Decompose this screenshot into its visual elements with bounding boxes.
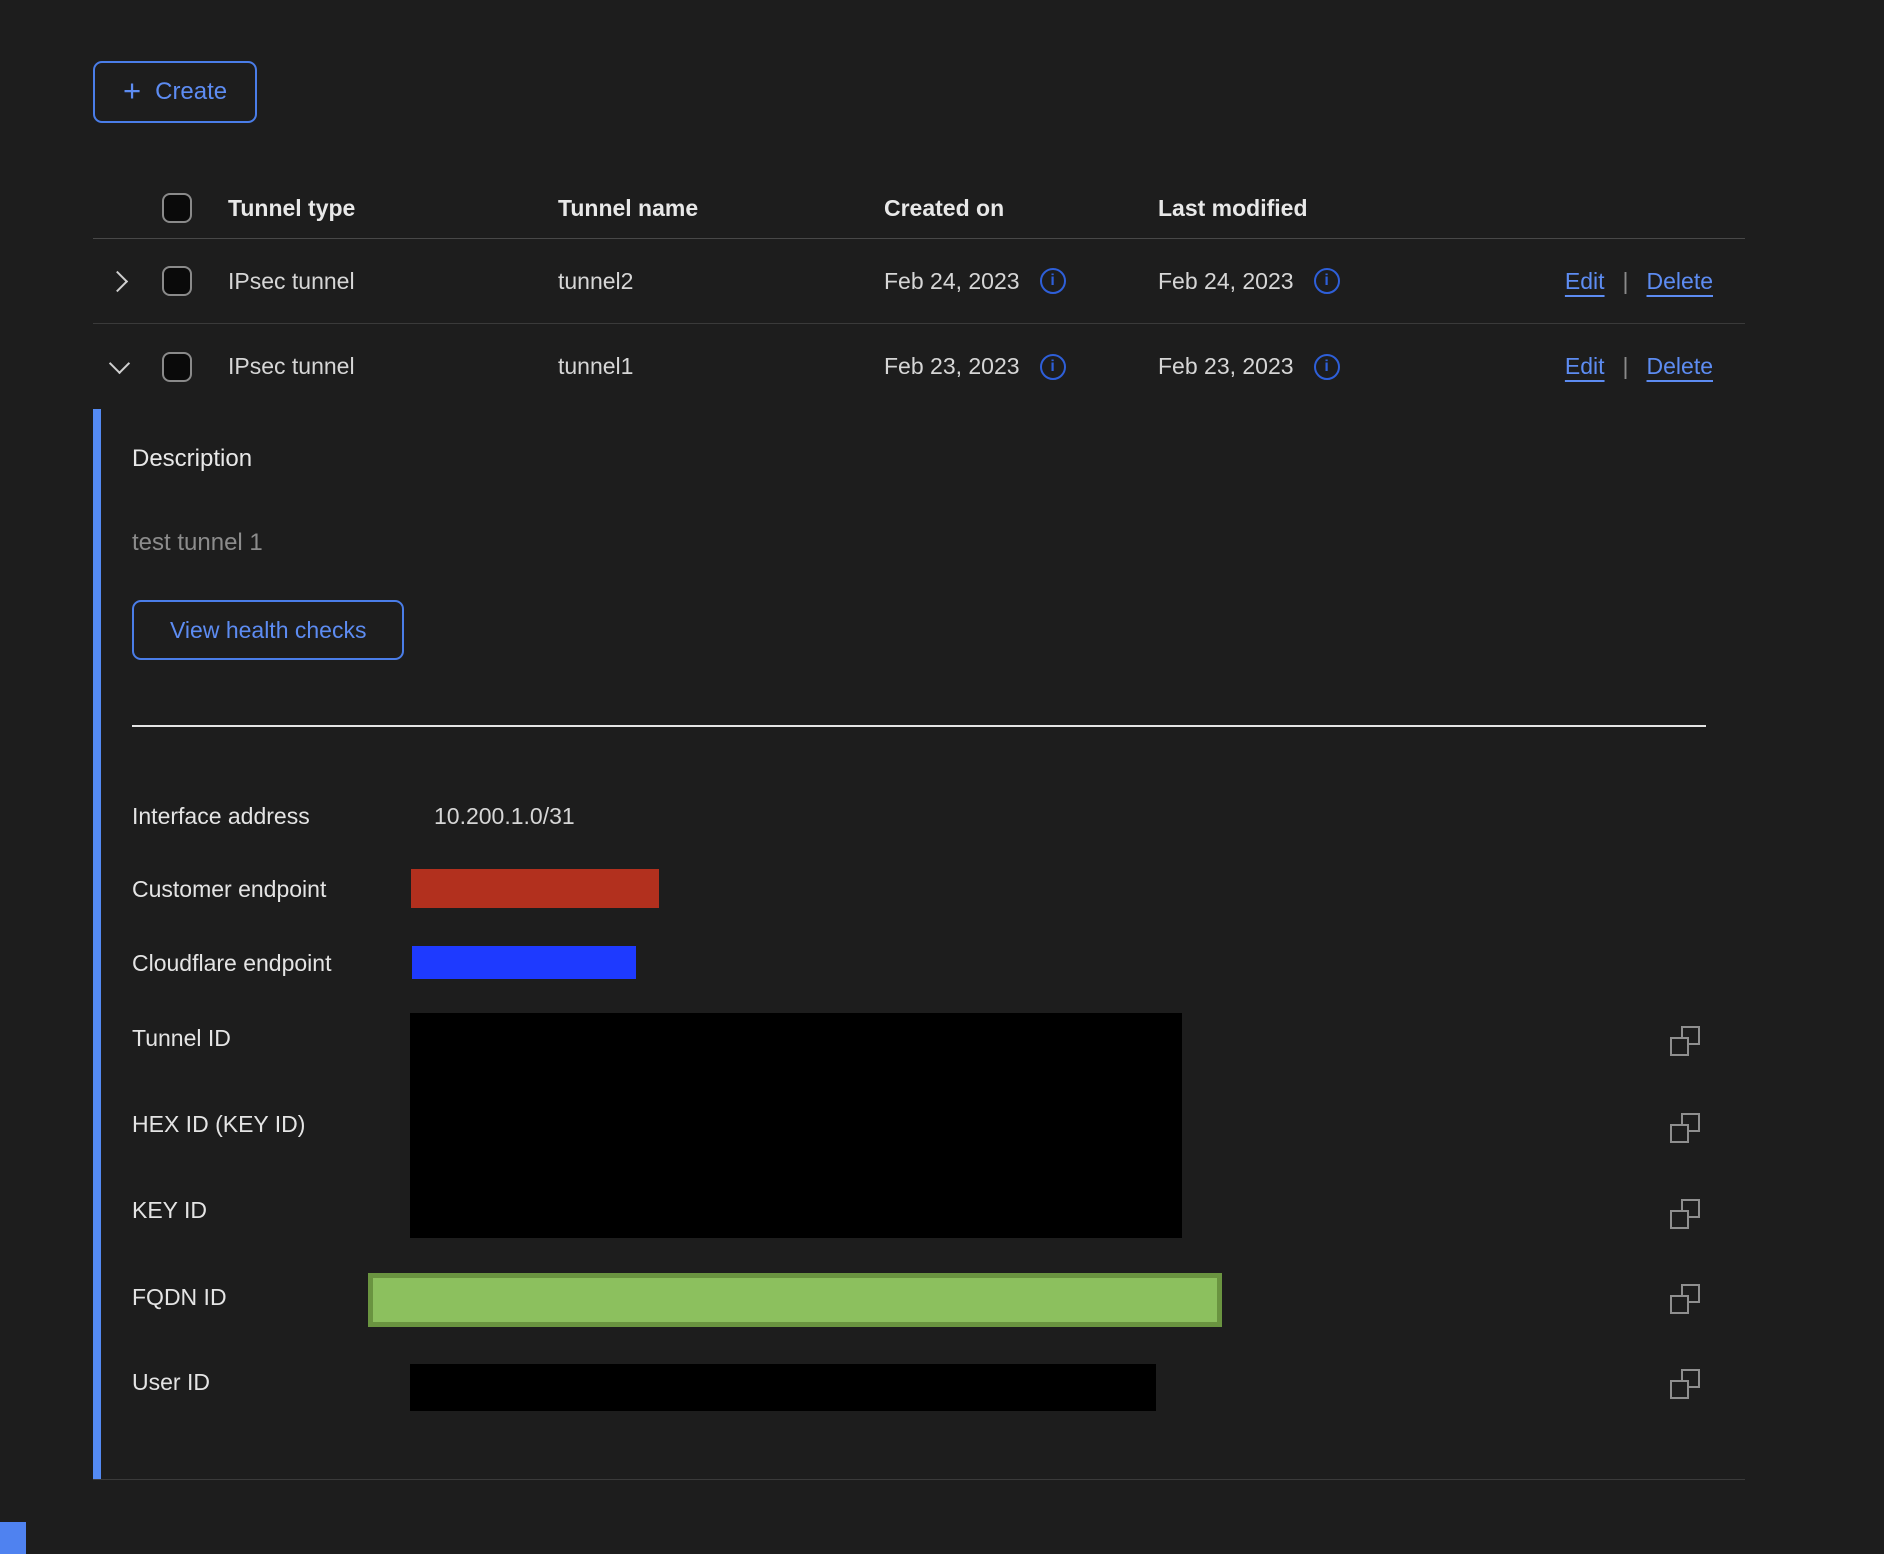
info-icon[interactable]: i — [1040, 354, 1066, 380]
actions-separator: | — [1623, 268, 1629, 295]
tunnels-table: Tunnel type Tunnel name Created on Last … — [93, 150, 1745, 409]
bottom-left-accent — [0, 1522, 26, 1554]
select-all-checkbox[interactable] — [162, 193, 192, 223]
header-tunnel-type: Tunnel type — [228, 195, 558, 222]
section-divider — [132, 725, 1706, 727]
copy-fqdn-id-button[interactable] — [1670, 1283, 1702, 1315]
description-value: test tunnel 1 — [132, 529, 263, 557]
copy-user-id-button[interactable] — [1670, 1368, 1702, 1400]
row-checkbox[interactable] — [162, 266, 192, 296]
info-icon[interactable]: i — [1040, 268, 1066, 294]
copy-key-id-button[interactable] — [1670, 1198, 1702, 1230]
hex-id-label: HEX ID (KEY ID) — [132, 1110, 305, 1138]
tunnel-type-cell: IPsec tunnel — [228, 353, 558, 380]
interface-address-value: 10.200.1.0/31 — [434, 802, 575, 830]
key-id-label: KEY ID — [132, 1196, 207, 1224]
copy-tunnel-id-button[interactable] — [1670, 1025, 1702, 1057]
chevron-right-icon — [106, 270, 127, 291]
create-button[interactable]: + Create — [93, 61, 257, 123]
copy-icon — [1670, 1113, 1700, 1143]
expanded-row-accent-bar — [93, 409, 101, 1479]
header-tunnel-name: Tunnel name — [558, 195, 884, 222]
tunnel-id-label: Tunnel ID — [132, 1024, 231, 1052]
last-modified-cell: Feb 23, 2023 — [1158, 353, 1294, 380]
user-id-label: User ID — [132, 1368, 210, 1396]
view-health-checks-button[interactable]: View health checks — [132, 600, 404, 660]
tunnel-type-cell: IPsec tunnel — [228, 268, 558, 295]
delete-link[interactable]: Delete — [1647, 353, 1713, 380]
customer-endpoint-redacted-value — [411, 869, 659, 908]
delete-link[interactable]: Delete — [1647, 268, 1713, 295]
chevron-down-icon — [108, 353, 129, 374]
table-row: IPsec tunnel tunnel2 Feb 24, 2023 i Feb … — [93, 239, 1745, 324]
fqdn-id-label: FQDN ID — [132, 1283, 227, 1311]
cloudflare-endpoint-redacted-value — [412, 946, 636, 979]
tunnels-page: + Create Tunnel type Tunnel name Created… — [0, 0, 1884, 1554]
customer-endpoint-label: Customer endpoint — [132, 875, 326, 903]
actions-separator: | — [1623, 353, 1629, 380]
row-checkbox[interactable] — [162, 352, 192, 382]
edit-link[interactable]: Edit — [1565, 353, 1605, 380]
user-id-redacted-value — [410, 1364, 1156, 1411]
expand-row-button[interactable] — [99, 261, 139, 301]
create-button-label: Create — [155, 78, 227, 106]
fqdn-id-redacted-value — [368, 1273, 1222, 1327]
header-created-on: Created on — [884, 195, 1158, 222]
tunnel-name-cell: tunnel2 — [558, 268, 884, 295]
cloudflare-endpoint-label: Cloudflare endpoint — [132, 949, 331, 977]
table-header: Tunnel type Tunnel name Created on Last … — [93, 150, 1745, 239]
info-icon[interactable]: i — [1314, 354, 1340, 380]
copy-icon — [1670, 1284, 1700, 1314]
info-icon[interactable]: i — [1314, 268, 1340, 294]
collapse-row-button[interactable] — [99, 347, 139, 387]
created-on-cell: Feb 24, 2023 — [884, 268, 1020, 295]
ids-redacted-value — [410, 1013, 1182, 1238]
copy-hex-id-button[interactable] — [1670, 1112, 1702, 1144]
copy-icon — [1670, 1369, 1700, 1399]
tunnel-details-panel: Description test tunnel 1 View health ch… — [93, 409, 1745, 1480]
copy-icon — [1670, 1026, 1700, 1056]
copy-icon — [1670, 1199, 1700, 1229]
last-modified-cell: Feb 24, 2023 — [1158, 268, 1294, 295]
created-on-cell: Feb 23, 2023 — [884, 353, 1020, 380]
plus-icon: + — [123, 75, 141, 106]
header-last-modified: Last modified — [1158, 195, 1447, 222]
interface-address-label: Interface address — [132, 802, 310, 830]
table-row: IPsec tunnel tunnel1 Feb 23, 2023 i Feb … — [93, 324, 1745, 409]
edit-link[interactable]: Edit — [1565, 268, 1605, 295]
description-label: Description — [132, 445, 252, 473]
tunnel-name-cell: tunnel1 — [558, 353, 884, 380]
